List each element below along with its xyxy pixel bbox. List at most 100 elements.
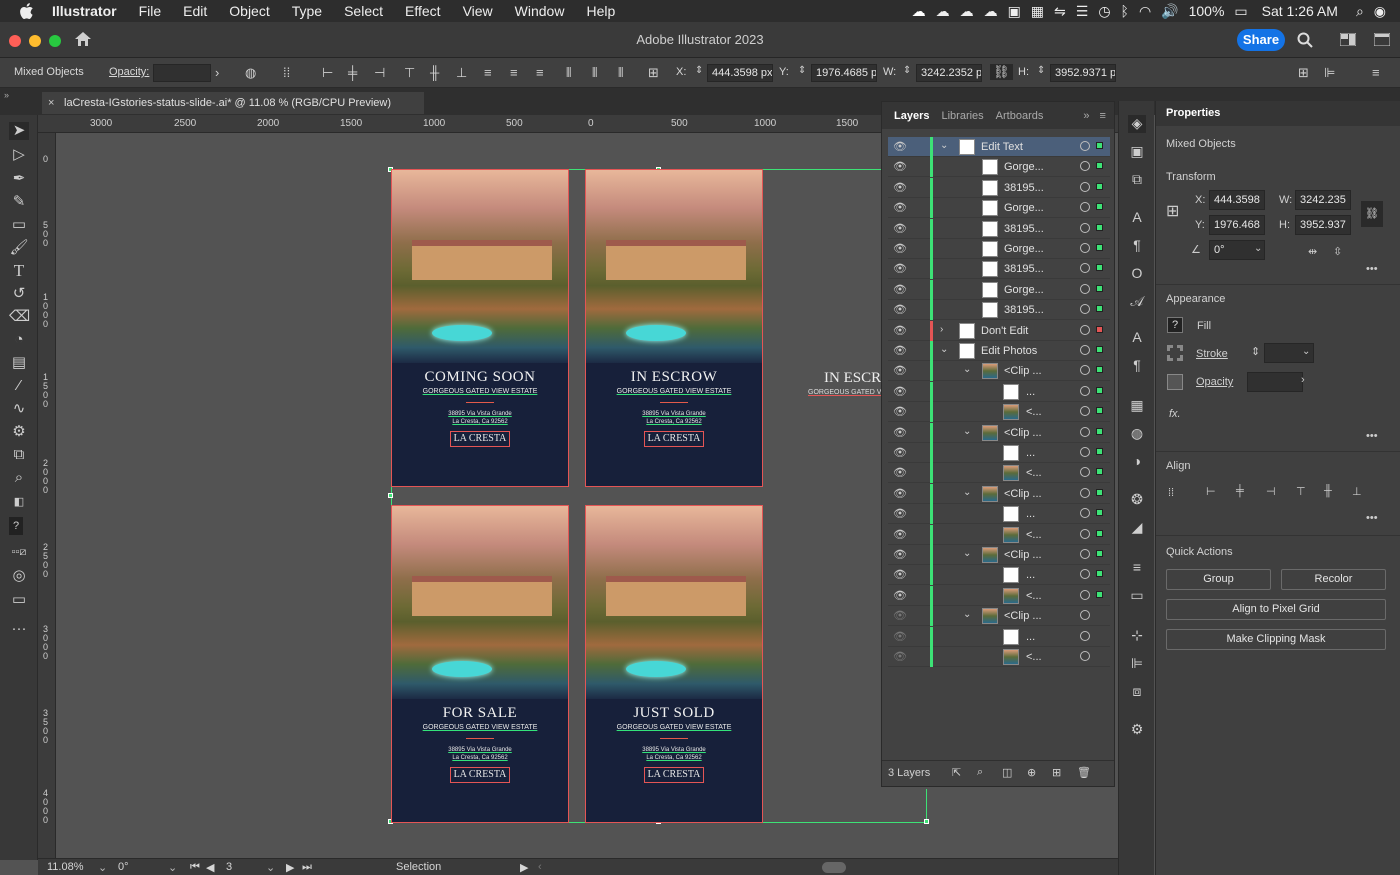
- rotate-tool-icon[interactable]: ↺: [9, 285, 29, 303]
- layer-row[interactable]: 👁 <...: [888, 402, 1110, 423]
- w-field[interactable]: 3242.235: [1295, 190, 1351, 210]
- brand-logo[interactable]: LA CRESTA: [644, 431, 704, 447]
- recolor-button[interactable]: Recolor: [1281, 569, 1386, 590]
- slide-address[interactable]: 38895 Via Vista Grande La Cresta, Ca 9256…: [392, 746, 568, 762]
- selection-indicator[interactable]: [1096, 203, 1103, 211]
- target-circle-icon[interactable]: [1080, 426, 1090, 437]
- visibility-eye-icon[interactable]: 👁: [893, 222, 907, 235]
- align-right-icon[interactable]: ⊣: [1266, 485, 1276, 498]
- target-circle-icon[interactable]: [1080, 304, 1090, 315]
- more-options-icon[interactable]: •••: [1366, 430, 1378, 442]
- collapse-caret-icon[interactable]: ⌄: [963, 609, 971, 620]
- distribute-right-icon[interactable]: ⫴: [618, 65, 623, 81]
- visibility-eye-icon[interactable]: 👁: [893, 344, 907, 357]
- stepper-icon[interactable]: ⇕: [1037, 65, 1045, 76]
- slide-title[interactable]: JUST SOLD: [586, 705, 762, 722]
- visibility-eye-icon[interactable]: 👁: [893, 466, 907, 479]
- distribute-vcenter-icon[interactable]: ≡: [510, 65, 518, 80]
- chevron-down-icon[interactable]: ⌄: [168, 861, 177, 874]
- selection-indicator[interactable]: [1096, 284, 1103, 292]
- stepper-icon[interactable]: ⇕: [903, 65, 911, 76]
- target-circle-icon[interactable]: [1080, 569, 1090, 580]
- stroke-swatch-icon[interactable]: [1167, 345, 1183, 361]
- rotate-view-field[interactable]: 0°: [118, 861, 129, 873]
- visibility-eye-icon[interactable]: 👁: [893, 446, 907, 459]
- layer-row[interactable]: 👁 <...: [888, 647, 1110, 667]
- opentype-icon[interactable]: O: [1128, 265, 1146, 283]
- chevron-down-icon[interactable]: ⌄: [1254, 243, 1262, 254]
- stepper-icon[interactable]: ⇕: [798, 65, 806, 76]
- selection-indicator[interactable]: [1096, 550, 1103, 557]
- screen-mode-icon[interactable]: ▭: [9, 591, 29, 609]
- horizontal-scrollbar-thumb[interactable]: [822, 862, 846, 873]
- layer-row[interactable]: 👁 <...: [888, 524, 1110, 545]
- paragraph-styles-icon[interactable]: ¶: [1128, 357, 1146, 375]
- y-field[interactable]: 1976.4685 px: [811, 64, 877, 82]
- brand-logo[interactable]: LA CRESTA: [644, 767, 704, 783]
- selection-indicator[interactable]: [1096, 305, 1103, 313]
- slide-address[interactable]: 38895 Via Vista Grande La Cresta, Ca 9256…: [392, 410, 568, 426]
- target-circle-icon[interactable]: [1080, 487, 1090, 498]
- slide-subtitle[interactable]: GORGEOUS GATED VIEW ESTATE: [586, 724, 762, 731]
- opacity-swatch-icon[interactable]: [1167, 374, 1183, 390]
- new-sublayer-icon[interactable]: ⊕: [1027, 766, 1036, 779]
- y-field[interactable]: 1976.468: [1209, 215, 1265, 235]
- opacity-label[interactable]: Opacity:: [109, 66, 149, 78]
- stepper-icon[interactable]: ⇕: [695, 65, 703, 76]
- eraser-tool-icon[interactable]: ⌫: [9, 308, 30, 326]
- artboards-icon[interactable]: ⧉: [1128, 171, 1146, 189]
- align-left-icon[interactable]: ⊢: [322, 65, 333, 81]
- share-button[interactable]: Share: [1237, 29, 1285, 51]
- cloud-icon[interactable]: ☁: [936, 3, 950, 20]
- target-circle-icon[interactable]: [1080, 610, 1090, 621]
- last-artboard-icon[interactable]: ⏭: [302, 861, 312, 874]
- target-circle-icon[interactable]: [1080, 161, 1090, 172]
- target-circle-icon[interactable]: [1080, 528, 1090, 539]
- expand-caret-icon[interactable]: ›: [940, 324, 943, 335]
- x-field[interactable]: 444.3598: [1209, 190, 1265, 210]
- layer-row[interactable]: 👁...: [888, 504, 1110, 525]
- selection-indicator[interactable]: [1096, 468, 1103, 476]
- visibility-eye-icon[interactable]: 👁: [893, 405, 907, 418]
- transform-panel-icon[interactable]: ⊹: [1128, 627, 1146, 645]
- opacity-field[interactable]: [1247, 372, 1303, 392]
- color-guide-icon[interactable]: ◑: [1128, 453, 1146, 471]
- layer-row[interactable]: 👁 ⌄ <Clip ...: [888, 361, 1110, 382]
- h-field[interactable]: 3952.9371 px: [1050, 64, 1116, 82]
- align-hcenter-icon[interactable]: ╪: [348, 65, 357, 80]
- brand-logo[interactable]: LA CRESTA: [450, 767, 510, 783]
- make-clipping-mask-button[interactable]: Make Clipping Mask: [1166, 629, 1386, 650]
- blend-tool-icon[interactable]: ∿: [9, 400, 29, 418]
- target-circle-icon[interactable]: [1080, 406, 1090, 417]
- selection-indicator[interactable]: [1096, 427, 1103, 435]
- collapse-caret-icon[interactable]: ⌄: [963, 548, 971, 559]
- status-menu-icon[interactable]: ▶: [520, 861, 528, 874]
- menu-edit[interactable]: Edit: [183, 3, 207, 19]
- menu-select[interactable]: Select: [344, 3, 383, 19]
- selection-indicator[interactable]: [1096, 366, 1103, 374]
- visibility-eye-icon[interactable]: 👁: [893, 181, 907, 194]
- layer-row-selected[interactable]: 👁 ⌄ Edit Text: [888, 137, 1110, 157]
- menu-window[interactable]: Window: [515, 3, 565, 19]
- distribute-hcenter-icon[interactable]: ⫴: [592, 65, 597, 81]
- eyedropper-tool-icon[interactable]: ⁄: [9, 377, 29, 395]
- glyphs-icon[interactable]: 𝒜: [1128, 293, 1146, 311]
- visibility-eye-icon[interactable]: 👁: [893, 364, 907, 377]
- stack-icon[interactable]: ☰: [1076, 3, 1089, 20]
- menu-view[interactable]: View: [463, 3, 493, 19]
- visibility-eye-icon[interactable]: 👁: [893, 548, 907, 561]
- layer-row[interactable]: 👁 <...: [888, 585, 1110, 606]
- target-circle-icon[interactable]: [1080, 243, 1090, 253]
- visibility-eye-icon[interactable]: 👁: [893, 283, 907, 296]
- selection-indicator[interactable]: [1096, 346, 1103, 353]
- distribute-bottom-icon[interactable]: ≡: [536, 65, 544, 80]
- target-circle-icon[interactable]: [1080, 181, 1090, 192]
- target-circle-icon[interactable]: [1080, 263, 1090, 274]
- chevron-down-icon[interactable]: ⌄: [98, 861, 107, 874]
- libraries-icon[interactable]: ▣: [1128, 143, 1146, 161]
- target-circle-icon[interactable]: [1080, 222, 1090, 233]
- zoom-level-field[interactable]: 11.08%: [47, 861, 84, 873]
- stroke-panel-icon[interactable]: ≡: [1128, 559, 1146, 577]
- selection-indicator[interactable]: [1096, 223, 1103, 231]
- volume-icon[interactable]: 🔊: [1161, 3, 1178, 20]
